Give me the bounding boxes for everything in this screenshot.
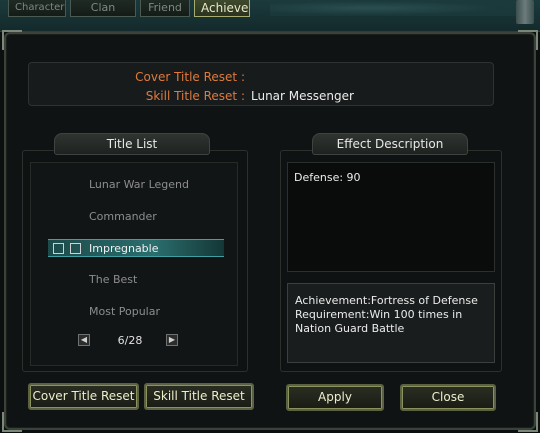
list-item-label: Lunar War Legend: [89, 178, 189, 191]
close-button[interactable]: Close: [400, 384, 496, 411]
list-item-label: The Best: [89, 273, 138, 286]
frame-corner: [2, 412, 22, 432]
list-item[interactable]: Lunar War Legend: [58, 176, 189, 194]
tab-friend[interactable]: Friend: [140, 0, 190, 17]
prev-page-button[interactable]: ◀: [78, 334, 90, 346]
tab-clan[interactable]: Clan: [70, 0, 136, 17]
list-item[interactable]: The Best: [58, 271, 137, 289]
page-indicator: 6/28: [117, 334, 143, 347]
effect-description-header: Effect Description: [312, 133, 468, 155]
next-page-button[interactable]: ▶: [166, 334, 178, 346]
effect-text: Defense: 90: [294, 171, 361, 184]
frame-corner: [518, 412, 538, 432]
tab-character[interactable]: Character: [8, 0, 66, 17]
window-edge-knob: [516, 0, 534, 24]
skill-reset-value: Lunar Messenger: [251, 89, 354, 103]
achievement-text: Achievement:Fortress of Defense Requirem…: [295, 294, 478, 335]
effect-description-box: Defense: 90: [287, 162, 495, 272]
cover-checkbox[interactable]: [53, 243, 64, 254]
tab-bar: Character Clan Friend Achieve: [8, 0, 250, 17]
cover-reset-label: Cover Title Reset :: [135, 70, 245, 84]
list-item-selected[interactable]: Impregnable: [48, 239, 224, 257]
cover-title-reset-button[interactable]: Cover Title Reset: [28, 383, 139, 410]
achievement-requirement-box: Achievement:Fortress of Defense Requirem…: [287, 283, 495, 363]
tab-achieve[interactable]: Achieve: [194, 0, 250, 17]
list-item[interactable]: Commander: [58, 208, 157, 226]
title-reset-info: Cover Title Reset : Skill Title Reset : …: [28, 62, 494, 106]
frame-corner: [518, 30, 538, 50]
list-item-label: Impregnable: [89, 242, 159, 255]
apply-button[interactable]: Apply: [286, 384, 384, 411]
header-ornament: [270, 0, 520, 16]
title-list-header: Title List: [54, 133, 210, 155]
skill-checkbox[interactable]: [70, 243, 81, 254]
frame-corner: [2, 30, 22, 50]
list-item[interactable]: Most Popular: [58, 303, 160, 321]
pagination: ◀ 6/28 ▶: [76, 334, 180, 348]
list-item-label: Most Popular: [89, 305, 161, 318]
skill-reset-label: Skill Title Reset :: [145, 89, 245, 103]
skill-title-reset-button[interactable]: Skill Title Reset: [144, 383, 254, 410]
list-item-label: Commander: [89, 210, 157, 223]
